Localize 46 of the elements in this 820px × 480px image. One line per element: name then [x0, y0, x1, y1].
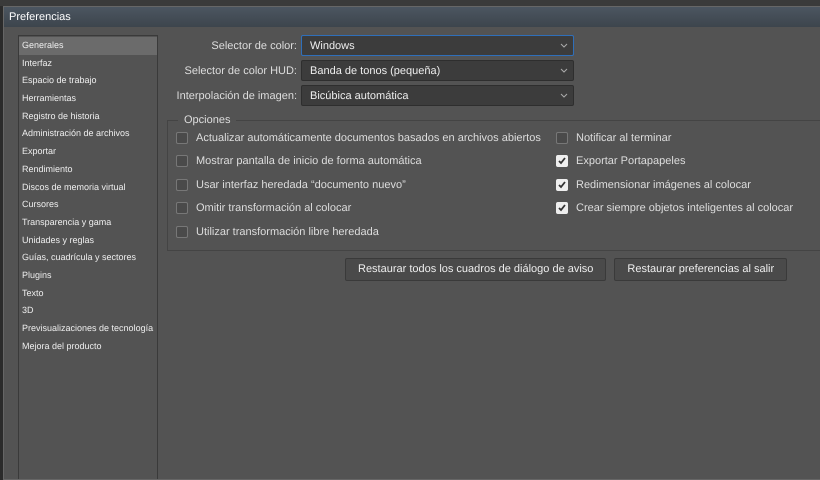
- checkbox[interactable]: [176, 178, 188, 191]
- sidebar-item[interactable]: Espacio de trabajo: [19, 72, 157, 90]
- dropdown[interactable]: Banda de tonos (pequeña): [301, 60, 574, 81]
- sidebar-item[interactable]: Discos de memoria virtual: [19, 178, 157, 196]
- sidebar-item[interactable]: Transparencia y gama: [19, 214, 157, 232]
- checkbox[interactable]: [176, 132, 188, 144]
- checkbox-option[interactable]: Usar interfaz heredada “documento nuevo”: [176, 173, 556, 196]
- reset-button[interactable]: Restaurar todos los cuadros de diálogo de aviso: [345, 258, 606, 280]
- sidebar-item[interactable]: Generales: [19, 37, 157, 55]
- sidebar-item[interactable]: Texto: [19, 284, 157, 302]
- window-title: Preferencias: [9, 11, 71, 23]
- sidebar-item[interactable]: Herramientas: [19, 90, 157, 108]
- checkbox[interactable]: [176, 155, 188, 168]
- checkbox-option[interactable]: Notificar al terminar: [556, 126, 794, 150]
- checkbox-option[interactable]: Crear siempre objetos inteligentes al colocar: [556, 196, 794, 220]
- group-title: Opciones: [183, 115, 232, 126]
- field-label: Selector de color:: [210, 40, 297, 52]
- checkbox-option[interactable]: Redimensionar imágenes al colocar: [556, 173, 794, 196]
- reset-button[interactable]: Restaurar preferencias al salir: [614, 258, 788, 280]
- checkbox[interactable]: [176, 226, 188, 238]
- chevron-down-icon: [560, 43, 568, 48]
- field-label: Selector de color HUD:: [184, 64, 297, 76]
- checkbox-option[interactable]: Exportar Portapapeles: [556, 150, 794, 173]
- sidebar-item[interactable]: Rendimiento: [19, 160, 157, 178]
- checkbox-option[interactable]: Omitir transformación al colocar: [176, 196, 556, 220]
- chevron-down-icon: [560, 68, 568, 73]
- dropdown[interactable]: Bicúbica automática: [301, 85, 574, 106]
- checkbox[interactable]: [176, 202, 188, 214]
- dropdown[interactable]: Windows: [301, 35, 574, 56]
- sidebar-item[interactable]: Mejora del producto: [19, 338, 157, 356]
- sidebar-item[interactable]: 3D: [19, 302, 157, 320]
- checkbox-option[interactable]: Actualizar automáticamente documentos basados en archivos abiertos: [176, 126, 556, 150]
- sidebar-item[interactable]: Registro de historia: [19, 108, 157, 126]
- sidebar-item[interactable]: Cursores: [19, 196, 157, 214]
- chevron-down-icon: [560, 93, 568, 98]
- sidebar-item[interactable]: Previsualizaciones de tecnología: [19, 320, 157, 338]
- sidebar-item[interactable]: Guías, cuadrícula y sectores: [19, 249, 157, 267]
- field-label: Interpolación de imagen:: [176, 90, 297, 102]
- sidebar-item[interactable]: Plugins: [19, 266, 157, 285]
- checkbox-option[interactable]: Utilizar transformación libre heredada: [176, 220, 556, 244]
- sidebar-item[interactable]: Unidades y reglas: [19, 232, 157, 250]
- sidebar-item[interactable]: Interfaz: [19, 54, 157, 72]
- checkbox[interactable]: [556, 132, 568, 144]
- checkbox-option[interactable]: Mostrar pantalla de inicio de forma automática: [176, 150, 556, 173]
- sidebar-item[interactable]: Administración de archivos: [19, 125, 157, 144]
- sidebar-item[interactable]: Exportar: [19, 143, 157, 161]
